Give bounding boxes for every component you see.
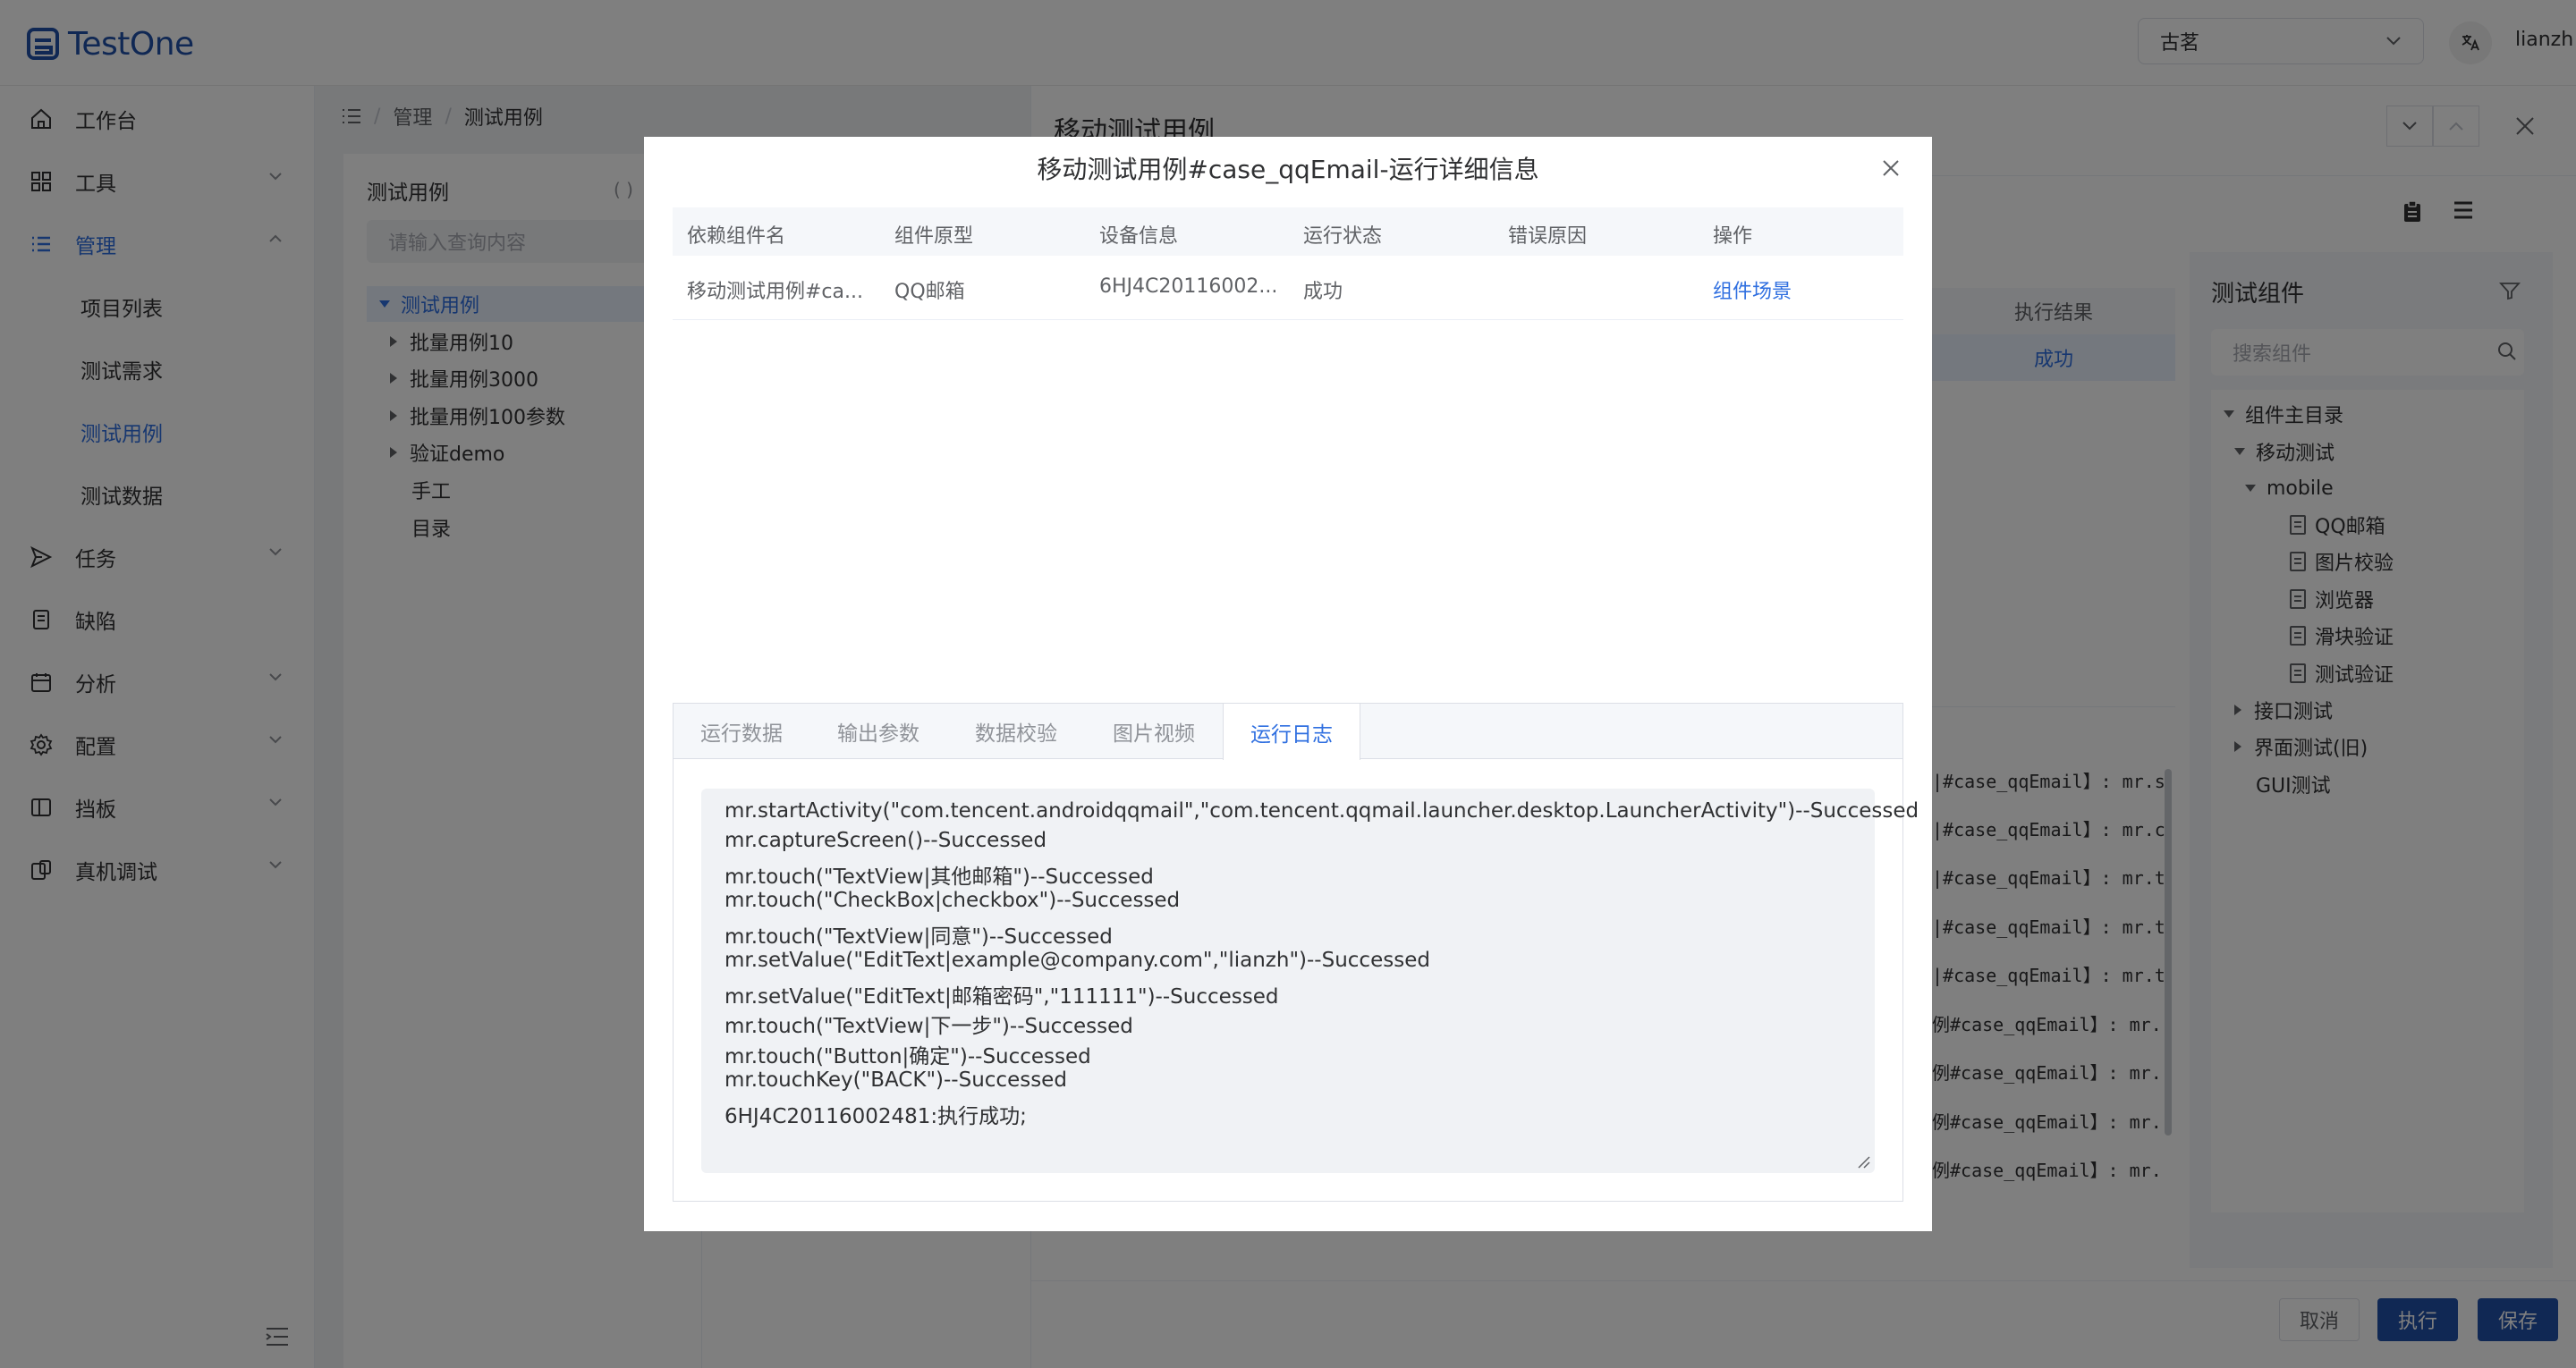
log-text-line: mr.touch("TextView|其他邮箱")--Successed [724, 866, 1154, 889]
tab-data-validation[interactable]: 数据校验 [947, 704, 1085, 759]
cell-prototype: QQ邮箱 [894, 281, 965, 303]
log-text-line: mr.touch("TextView|下一步")--Successed [724, 1015, 1133, 1038]
column-header: 操作 [1713, 225, 1753, 248]
log-text-line: 6HJ4C20116002481:执行成功; [724, 1105, 1027, 1128]
log-text-line: mr.touch("CheckBox|checkbox")--Successed [724, 889, 1181, 912]
column-header: 错误原因 [1508, 225, 1588, 248]
log-text-line: mr.captureScreen()--Successed [724, 829, 1047, 852]
cell-device: 6HJ4C20116002... [1099, 275, 1278, 298]
tab-run-log[interactable]: 运行日志 [1223, 704, 1360, 760]
component-scene-link[interactable]: 组件场景 [1713, 275, 1902, 304]
row-divider [673, 319, 1903, 320]
tab-run-data[interactable]: 运行数据 [674, 704, 809, 759]
log-text-line: mr.setValue("EditText|example@company.co… [724, 949, 1430, 972]
cell-status: 成功 [1303, 281, 1343, 303]
log-text-line: mr.touch("TextView|同意")--Successed [724, 925, 1113, 949]
tab-output-params[interactable]: 输出参数 [809, 704, 947, 759]
cell-component-name: 移动测试用例#ca... [687, 281, 863, 303]
column-header: 组件原型 [894, 225, 974, 248]
column-header: 设备信息 [1099, 225, 1179, 248]
log-text-line: mr.setValue("EditText|邮箱密码","111111")--S… [724, 985, 1279, 1009]
log-text-line: mr.touch("Button|确定")--Successed [724, 1045, 1091, 1068]
tab-images-video[interactable]: 图片视频 [1085, 704, 1223, 759]
log-text-line: mr.startActivity("com.tencent.androidqqm… [724, 799, 1919, 823]
column-header: 运行状态 [1303, 225, 1383, 248]
resize-grip-icon[interactable] [1857, 1155, 1871, 1170]
log-text-line: mr.touchKey("BACK")--Successed [724, 1068, 1067, 1092]
column-header: 依赖组件名 [687, 225, 786, 248]
dialog-title: 移动测试用例#case_qqEmail-运行详细信息 [1037, 155, 1539, 184]
close-icon[interactable] [1882, 159, 1900, 177]
